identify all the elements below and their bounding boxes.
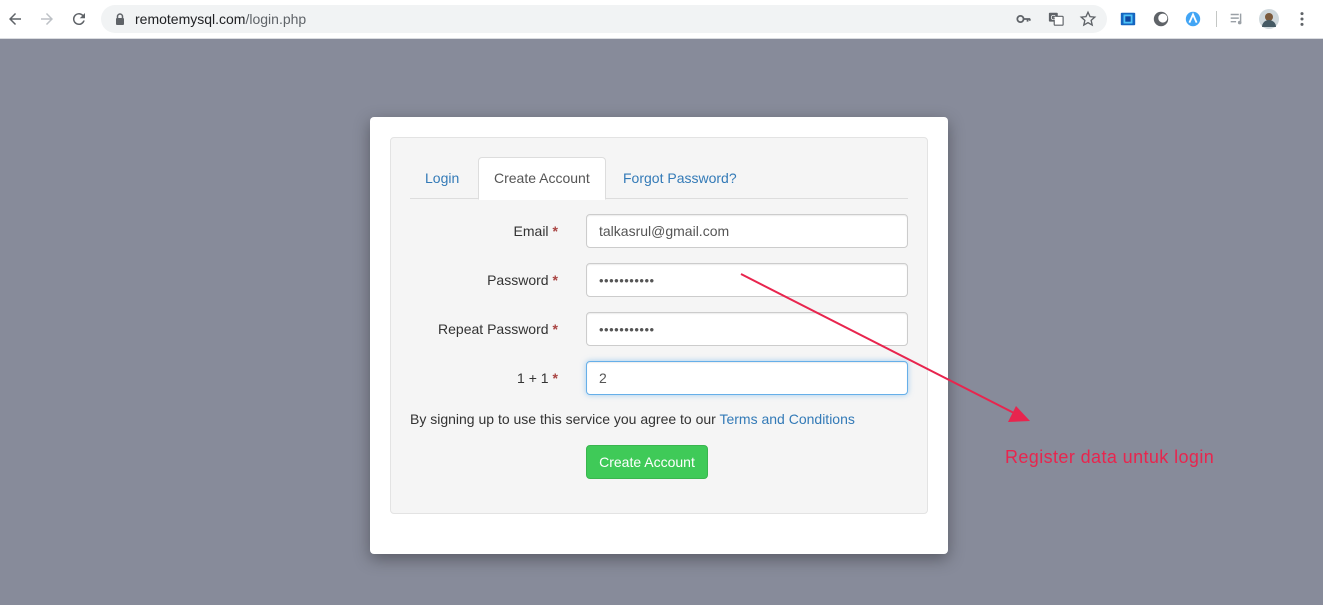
- media-icon[interactable]: [1227, 9, 1247, 29]
- required-mark: *: [552, 272, 558, 288]
- create-account-button[interactable]: Create Account: [586, 445, 708, 479]
- captcha-label: 1 + 1 *: [517, 370, 558, 386]
- more-vert-icon[interactable]: [1292, 9, 1312, 29]
- password-field[interactable]: [586, 263, 908, 297]
- terms-link[interactable]: Terms and Conditions: [719, 411, 854, 427]
- repeat-password-label-text: Repeat Password: [438, 321, 549, 337]
- captcha-label-text: 1 + 1: [517, 370, 549, 386]
- email-row: Email *: [391, 214, 929, 248]
- terms-text: By signing up to use this service you ag…: [410, 411, 716, 427]
- auth-panel: Login Create Account Forgot Password? Em…: [390, 137, 928, 514]
- email-label-text: Email: [513, 223, 549, 239]
- reload-icon[interactable]: [67, 7, 91, 31]
- browser-toolbar: remotemysql.com/login.php G: [0, 0, 1323, 39]
- required-mark: *: [552, 223, 558, 239]
- forward-arrow-icon[interactable]: [35, 7, 59, 31]
- url-host: remotemysql.com: [135, 11, 246, 27]
- tab-create-account[interactable]: Create Account: [478, 157, 606, 200]
- auth-modal: Login Create Account Forgot Password? Em…: [370, 117, 948, 554]
- terms-notice: By signing up to use this service you ag…: [410, 411, 855, 427]
- email-field[interactable]: [586, 214, 908, 248]
- password-row: Password *: [391, 263, 929, 297]
- extension-icon[interactable]: [1118, 9, 1138, 29]
- url-path: /login.php: [245, 11, 307, 27]
- email-label: Email *: [514, 223, 558, 239]
- captcha-field[interactable]: [586, 361, 908, 395]
- translate-icon[interactable]: G: [1047, 10, 1065, 28]
- repeat-password-label: Repeat Password *: [438, 321, 558, 337]
- address-bar[interactable]: remotemysql.com/login.php G: [101, 5, 1107, 33]
- star-icon[interactable]: [1079, 10, 1097, 28]
- tab-login[interactable]: Login: [410, 157, 474, 199]
- required-mark: *: [552, 321, 558, 337]
- back-arrow-icon[interactable]: [3, 7, 27, 31]
- key-icon[interactable]: [1015, 10, 1033, 28]
- password-label-text: Password: [487, 272, 549, 288]
- lock-icon: [113, 12, 127, 26]
- password-label: Password *: [487, 272, 558, 288]
- moon-icon[interactable]: [1151, 9, 1171, 29]
- annotation-text: Register data untuk login: [1005, 447, 1215, 467]
- repeat-password-field[interactable]: [586, 312, 908, 346]
- tab-forgot-password[interactable]: Forgot Password?: [608, 157, 752, 199]
- tab-bar: Login Create Account Forgot Password?: [410, 157, 908, 200]
- url-text: remotemysql.com/login.php: [135, 11, 306, 27]
- svg-text:G: G: [1051, 14, 1057, 22]
- avatar[interactable]: [1259, 9, 1279, 29]
- repeat-password-row: Repeat Password *: [391, 312, 929, 346]
- toolbar-separator: [1216, 11, 1217, 27]
- required-mark: *: [552, 370, 558, 386]
- captcha-row: 1 + 1 *: [391, 361, 929, 395]
- extension-icon[interactable]: [1183, 9, 1203, 29]
